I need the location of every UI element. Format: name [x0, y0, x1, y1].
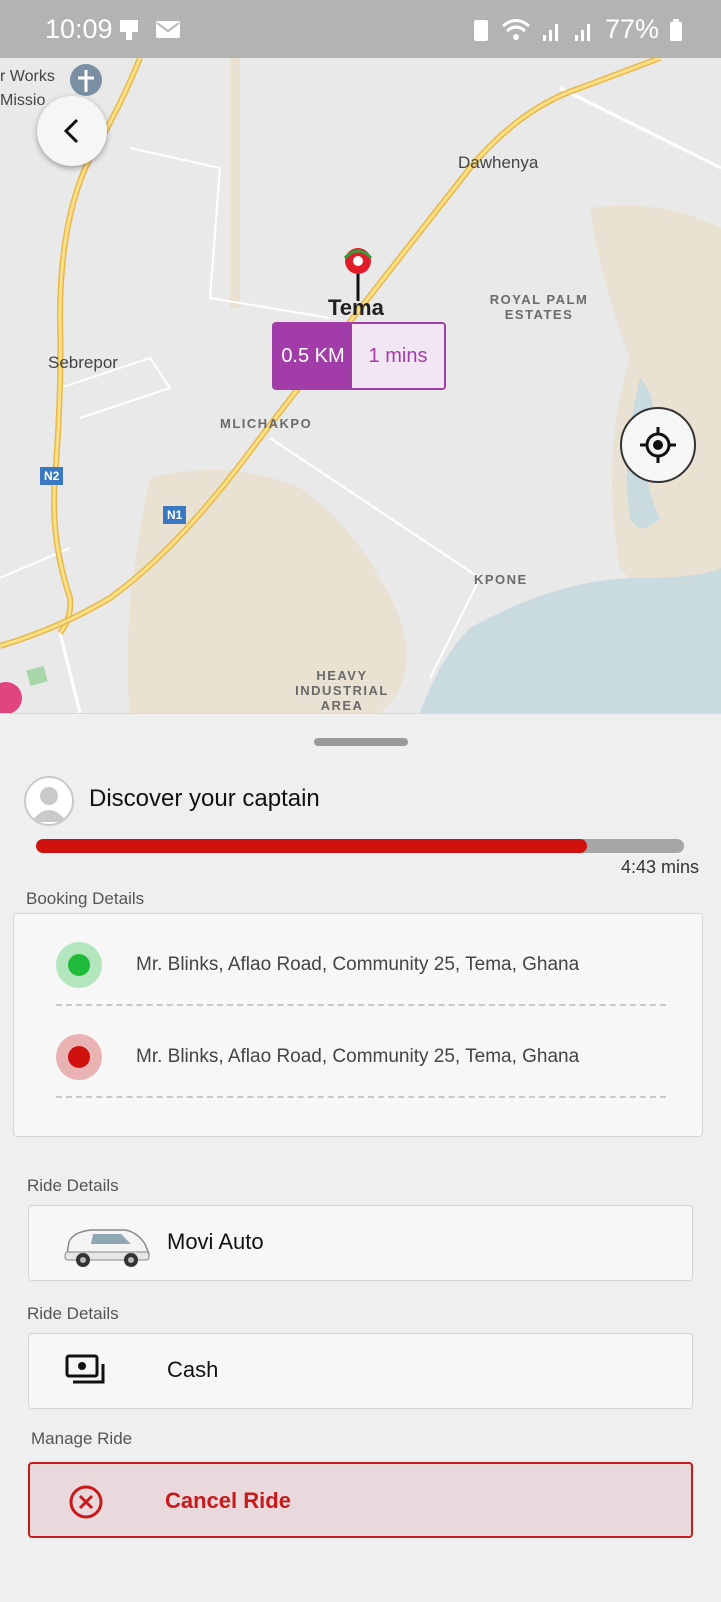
map-label-sebrepor: Sebrepor — [48, 353, 118, 372]
chevron-left-icon — [63, 118, 79, 144]
ride-status-sheet: Discover your captain 4:43 mins Booking … — [0, 713, 721, 1602]
notification-icons — [118, 18, 182, 42]
pickup-dot-icon — [56, 942, 102, 988]
car-icon — [64, 1229, 151, 1267]
crosshair-icon — [640, 427, 676, 463]
battery-icon — [670, 18, 682, 41]
cash-icon — [65, 1354, 105, 1384]
mail-icon — [156, 21, 180, 38]
road-shield-n1: N1 — [163, 506, 187, 524]
battery-saver-icon — [473, 19, 488, 41]
captain-avatar — [24, 776, 74, 826]
search-progress-bar — [36, 839, 684, 853]
status-bar: 10:09 77% — [0, 0, 721, 58]
booking-details-card: Mr. Blinks, Aflao Road, Community 25, Te… — [13, 913, 703, 1137]
manage-ride-label: Manage Ride — [31, 1429, 133, 1448]
my-location-button[interactable] — [620, 407, 696, 483]
wifi-icon — [501, 18, 530, 40]
booking-details-label: Booking Details — [26, 889, 145, 908]
payment-method-card[interactable]: Cash — [28, 1333, 693, 1409]
map-label-kpone: KPONE — [474, 572, 528, 587]
signal-icon-2 — [574, 23, 590, 41]
map-label-mlichakpo: MLICHAKPO — [220, 416, 313, 431]
sheet-title: Discover your captain — [89, 785, 320, 812]
map-label-works: r Works — [0, 68, 55, 85]
pickup-stop[interactable]: Mr. Blinks, Aflao Road, Community 25, Te… — [56, 930, 666, 1006]
pickup-address: Mr. Blinks, Aflao Road, Community 25, Te… — [136, 954, 580, 975]
map-label-royal-palm: ROYAL PALM ESTATES — [489, 292, 589, 322]
signal-icon-1 — [542, 23, 558, 41]
map-view[interactable]: r Works Missio Dawhenya ROYAL PALM ESTAT… — [0, 58, 721, 713]
battery-percent: 77% — [604, 14, 659, 44]
status-time: 10:09 — [45, 14, 113, 44]
map-label-mission: Missio — [0, 92, 46, 109]
progress-fill — [36, 839, 587, 853]
ride-details-label: Ride Details — [27, 1176, 119, 1195]
user-icon — [31, 787, 67, 822]
search-timer: 4:43 mins — [620, 857, 699, 877]
payment-details-label: Ride Details — [27, 1304, 119, 1323]
cancel-ride-label: Cancel Ride — [165, 1488, 291, 1513]
back-button[interactable] — [37, 96, 107, 166]
payment-method-label: Cash — [167, 1357, 219, 1382]
dropoff-stop[interactable]: Mr. Blinks, Aflao Road, Community 25, Te… — [56, 1022, 666, 1098]
map-label-heavy-industrial: HEAVY INDUSTRIAL AREA — [295, 668, 389, 713]
destination-pin-label: Tema — [328, 295, 384, 320]
map-label-dawhenya: Dawhenya — [458, 153, 539, 172]
sheet-drag-handle[interactable] — [314, 738, 408, 746]
ride-type-label: Movi Auto — [167, 1229, 264, 1254]
notification-app-icon — [120, 20, 138, 40]
cancel-ride-button[interactable]: Cancel Ride — [28, 1462, 693, 1538]
cancel-circle-icon — [69, 1485, 103, 1519]
eta-time: 1 mins — [352, 324, 444, 388]
dropoff-dot-icon — [56, 1034, 102, 1080]
dropoff-address: Mr. Blinks, Aflao Road, Community 25, Te… — [136, 1046, 580, 1067]
road-shield-n2: N2 — [40, 467, 64, 485]
ride-type-card[interactable]: Movi Auto — [28, 1205, 693, 1281]
eta-box: 0.5 KM 1 mins — [272, 322, 446, 390]
eta-distance: 0.5 KM — [274, 324, 352, 388]
